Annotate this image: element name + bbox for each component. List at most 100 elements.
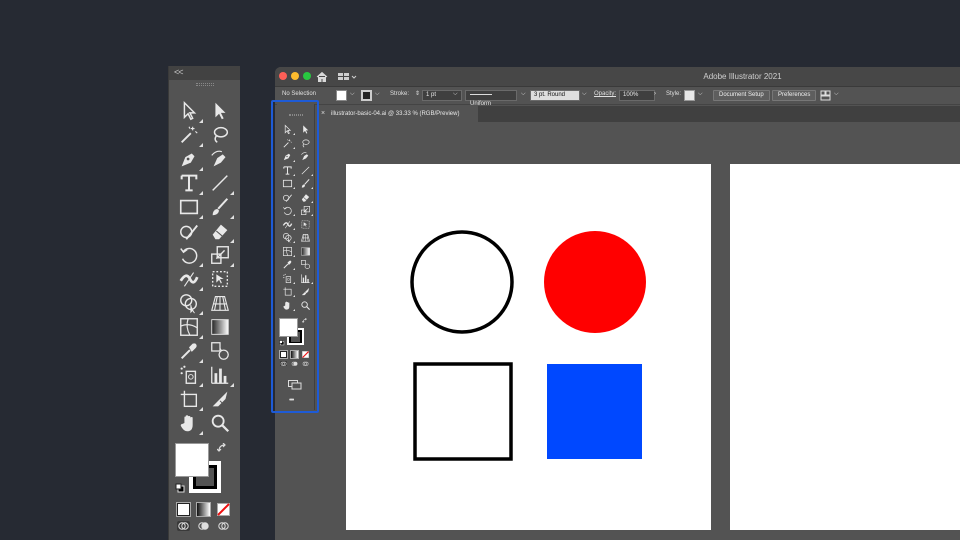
zoom-tool[interactable] [209,412,231,434]
fill-color-box[interactable] [175,443,209,477]
curvature-tool[interactable] [209,148,231,170]
gradient-mode-button[interactable] [196,502,211,517]
selection-tool[interactable] [178,100,203,123]
curvature-icon [211,150,226,167]
artboard-tool[interactable] [178,388,203,411]
magic-wand-tool[interactable] [178,124,203,147]
flyout-indicator [199,191,203,195]
flyout-indicator [199,335,203,339]
type-tool[interactable] [178,172,203,195]
draw-mode-normal-icon[interactable] [177,521,190,531]
blend-icon [211,342,229,360]
flyout-indicator [199,407,203,411]
slice-tool[interactable] [209,388,231,410]
artboard-icon [180,390,198,408]
none-mode-button[interactable] [217,503,230,516]
color-mode-button[interactable] [176,502,191,517]
blue-filled-square[interactable] [547,364,642,459]
line-segment-tool[interactable] [209,172,234,195]
panel-grip[interactable] [196,83,214,86]
flyout-indicator [230,383,234,387]
app-title: Adobe Illustrator 2021 [703,72,782,81]
arrange-documents-icon[interactable] [820,90,832,101]
document-tab-row: × illustrator-basic-04.ai @ 33.33 % (RGB… [317,106,960,122]
stepper-icon[interactable]: ⇕ [415,90,420,97]
slice-icon [212,391,228,407]
gradient-tool[interactable] [209,316,231,338]
flyout-indicator [199,287,203,291]
column-graph-tool[interactable] [209,364,234,387]
direct-selection-icon [215,102,226,120]
outlined-square[interactable] [413,362,513,461]
chevron-down-icon[interactable]: ⌵ [698,91,703,98]
eraser-tool[interactable] [209,220,234,243]
line-segment-icon [212,175,228,191]
chevron-down-icon[interactable]: ⌵ [521,91,526,98]
rectangle-tool[interactable] [178,196,203,219]
draw-mode-behind-icon[interactable] [197,521,210,531]
preferences-button[interactable]: Preferences [772,90,817,101]
paintbrush-tool[interactable] [209,196,234,219]
opacity-label[interactable]: Opacity: [594,91,616,97]
chevron-down-icon[interactable]: ⌵ [350,91,355,98]
mesh-tool[interactable] [178,316,203,339]
document-tab-title: illustrator-basic-04.ai @ 33.33 % (RGB/P… [331,111,460,117]
shaper-tool[interactable] [178,220,200,242]
rotate-tool[interactable] [178,244,203,267]
type-icon [180,174,198,192]
document-setup-button[interactable]: Document Setup [713,90,770,101]
scale-tool[interactable] [209,244,234,267]
free-transform-tool[interactable] [209,268,231,290]
document-tab[interactable]: × illustrator-basic-04.ai @ 33.33 % (RGB… [317,106,478,122]
symbol-sprayer-tool[interactable] [178,364,203,387]
flyout-indicator [230,215,234,219]
chevron-down-icon[interactable]: ⌵ [453,91,458,98]
pen-tool[interactable] [178,148,203,171]
paintbrush-icon [212,198,229,216]
fill-swatch[interactable] [336,90,347,101]
flyout-indicator [199,143,203,147]
hand-tool[interactable] [178,412,203,435]
eyedropper-tool[interactable] [178,340,203,363]
blend-tool[interactable] [209,340,231,362]
artboard-1[interactable] [346,164,711,530]
draw-mode-inside-icon[interactable] [217,521,230,531]
chevron-right-icon[interactable]: › [654,91,656,97]
lasso-icon [213,126,229,143]
stroke-swatch[interactable] [361,90,372,101]
flyout-indicator [199,359,203,363]
shape-builder-tool[interactable] [178,292,203,315]
opacity-field[interactable]: 100% [619,90,655,101]
brush-definition-dropdown[interactable]: 3 pt. Round [530,90,580,101]
gradient-icon [211,319,229,335]
eraser-icon [212,224,228,240]
perspective-grid-tool[interactable] [209,292,231,314]
eyedropper-icon [180,343,197,360]
chevron-down-icon[interactable]: ⌵ [834,91,839,98]
docked-toolbar-highlight [271,100,319,413]
outlined-circle[interactable] [410,230,514,334]
flyout-indicator [199,167,203,171]
title-bar: Adobe Illustrator 2021 [275,67,960,87]
close-tab-icon[interactable]: × [321,106,325,122]
panel-collapse-button[interactable]: << [169,66,240,80]
artboard-2[interactable] [730,164,960,530]
illustrator-window: Adobe Illustrator 2021 No Selection ⌵ ⌵ … [275,67,960,540]
zoom-icon [211,414,230,433]
graphic-style-swatch[interactable] [684,90,695,101]
mesh-icon [180,318,198,336]
chevron-down-icon[interactable]: ⌵ [375,91,380,98]
lasso-tool[interactable] [209,124,231,146]
direct-selection-tool[interactable] [209,100,231,122]
swap-fill-stroke-icon[interactable] [217,443,227,453]
chevron-down-icon[interactable]: ⌵ [582,91,587,98]
red-filled-circle[interactable] [544,231,646,333]
stroke-line-icon [470,93,492,95]
artwork-layer [410,230,646,461]
rectangle-icon [179,199,199,215]
variable-width-dropdown[interactable]: Uniform [465,90,517,107]
default-fill-stroke-icon[interactable] [175,483,185,493]
flyout-indicator [199,311,203,315]
canvas-area[interactable] [317,122,960,540]
width-tool[interactable] [178,268,203,291]
